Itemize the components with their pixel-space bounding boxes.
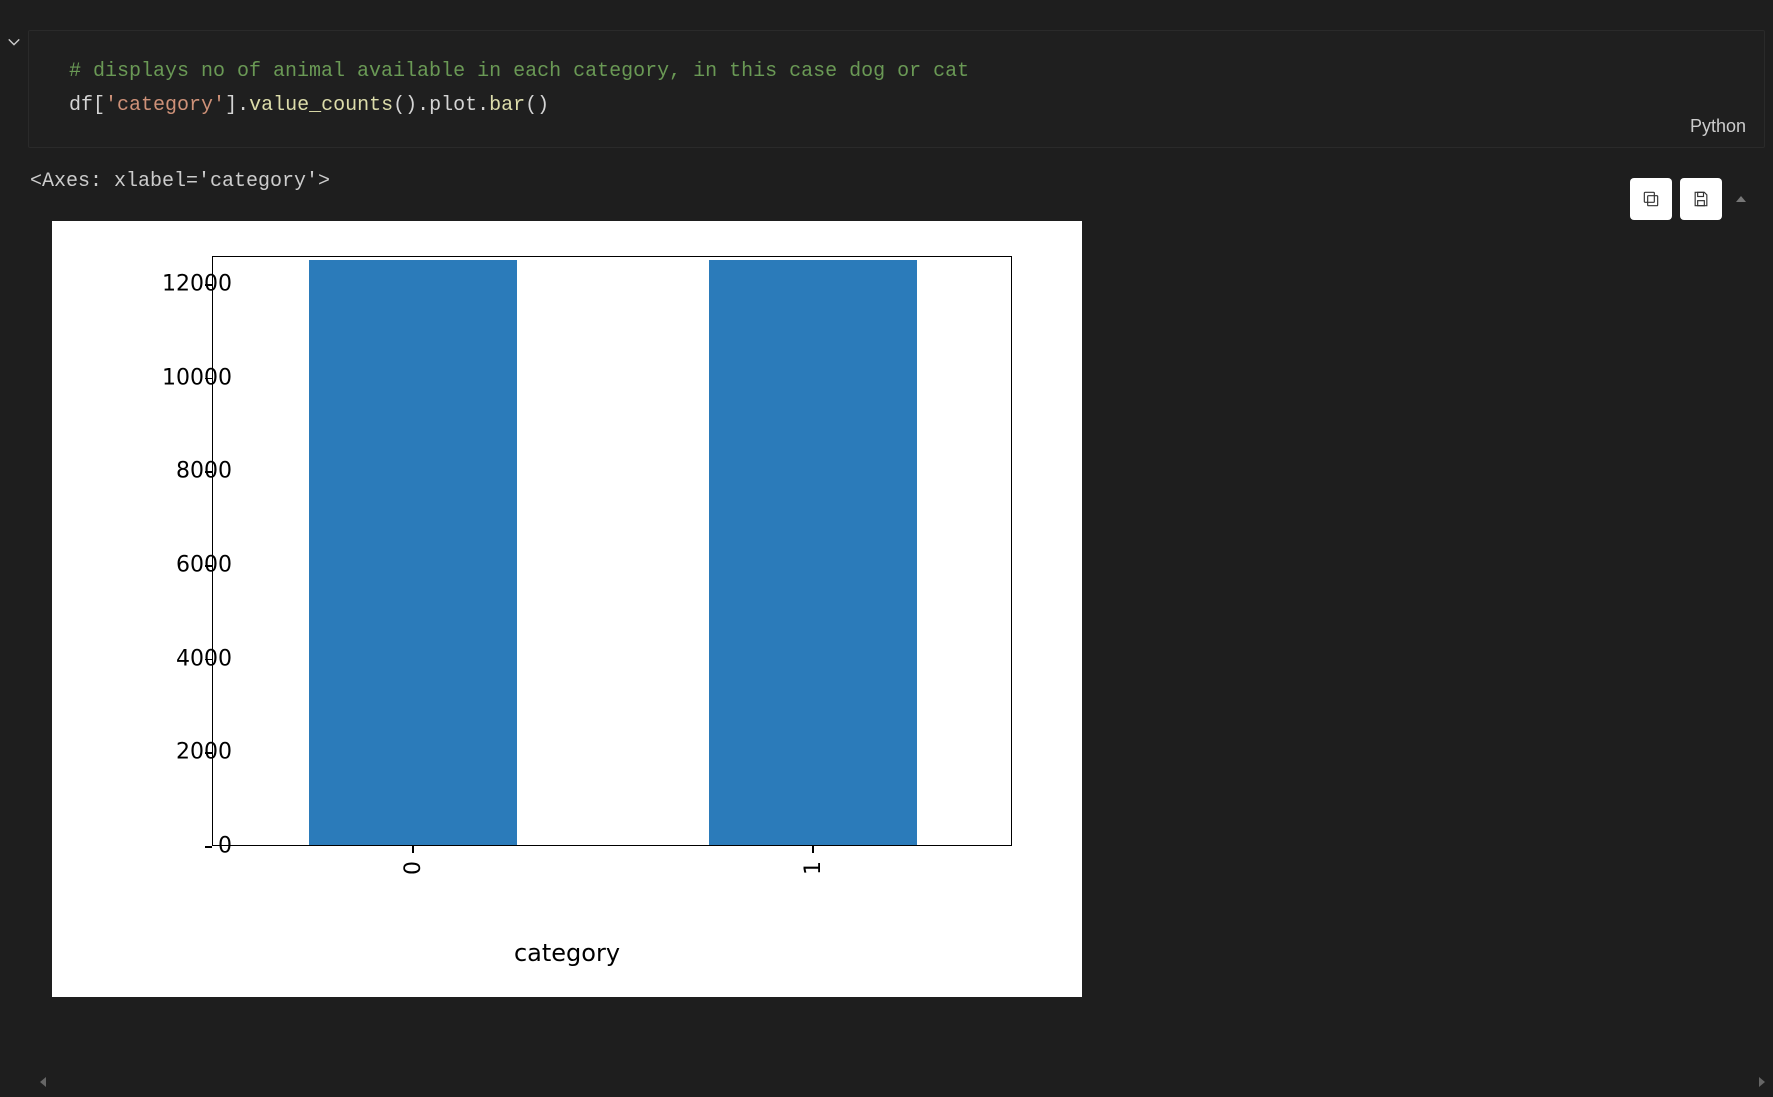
x-axis-label: category (52, 939, 1082, 967)
y-tick-mark (205, 752, 212, 754)
x-tick-label: 1 (801, 861, 826, 875)
x-tick-mark (412, 846, 414, 853)
y-tick-mark (205, 846, 212, 848)
y-tick-label: 0 (142, 834, 232, 859)
kernel-language-label[interactable]: Python (1690, 116, 1746, 137)
x-tick-label: 0 (401, 861, 426, 875)
cell-output: <Axes: xlabel='category'> 0 2000 4000 6000 8… (28, 148, 1766, 997)
save-icon (1691, 189, 1711, 209)
code-content[interactable]: # displays no of animal available in eac… (69, 55, 1724, 123)
y-tick-mark (205, 378, 212, 380)
y-tick-mark (205, 565, 212, 567)
y-tick-mark (205, 471, 212, 473)
bar (709, 260, 917, 845)
y-tick-mark (205, 659, 212, 661)
chevron-down-icon (7, 35, 21, 49)
scroll-left-icon[interactable] (40, 1077, 46, 1087)
notebook-cell: # displays no of animal available in eac… (0, 0, 1773, 997)
y-tick-label: 10000 (142, 365, 232, 390)
y-tick-label: 6000 (142, 553, 232, 578)
y-tick-label: 2000 (142, 740, 232, 765)
plot-axes (212, 256, 1012, 846)
bar (309, 260, 517, 845)
y-tick-label: 12000 (142, 272, 232, 297)
scroll-right-icon[interactable] (1759, 1077, 1765, 1087)
y-tick-mark (205, 284, 212, 286)
collapse-output-icon[interactable] (1736, 196, 1746, 202)
copy-output-button[interactable] (1630, 178, 1672, 220)
save-output-button[interactable] (1680, 178, 1722, 220)
code-comment: # displays no of animal available in eac… (69, 60, 969, 83)
chart-figure: 0 2000 4000 6000 8000 10000 12000 0 1 category (52, 221, 1082, 997)
y-tick-label: 8000 (142, 459, 232, 484)
output-repr-text: <Axes: xlabel='category'> (28, 170, 1766, 193)
output-toolbar (1630, 178, 1746, 220)
copy-icon (1641, 189, 1661, 209)
code-cell[interactable]: # displays no of animal available in eac… (28, 30, 1765, 148)
cell-collapse-gutter[interactable] (0, 35, 28, 49)
y-tick-label: 4000 (142, 646, 232, 671)
x-tick-mark (812, 846, 814, 853)
